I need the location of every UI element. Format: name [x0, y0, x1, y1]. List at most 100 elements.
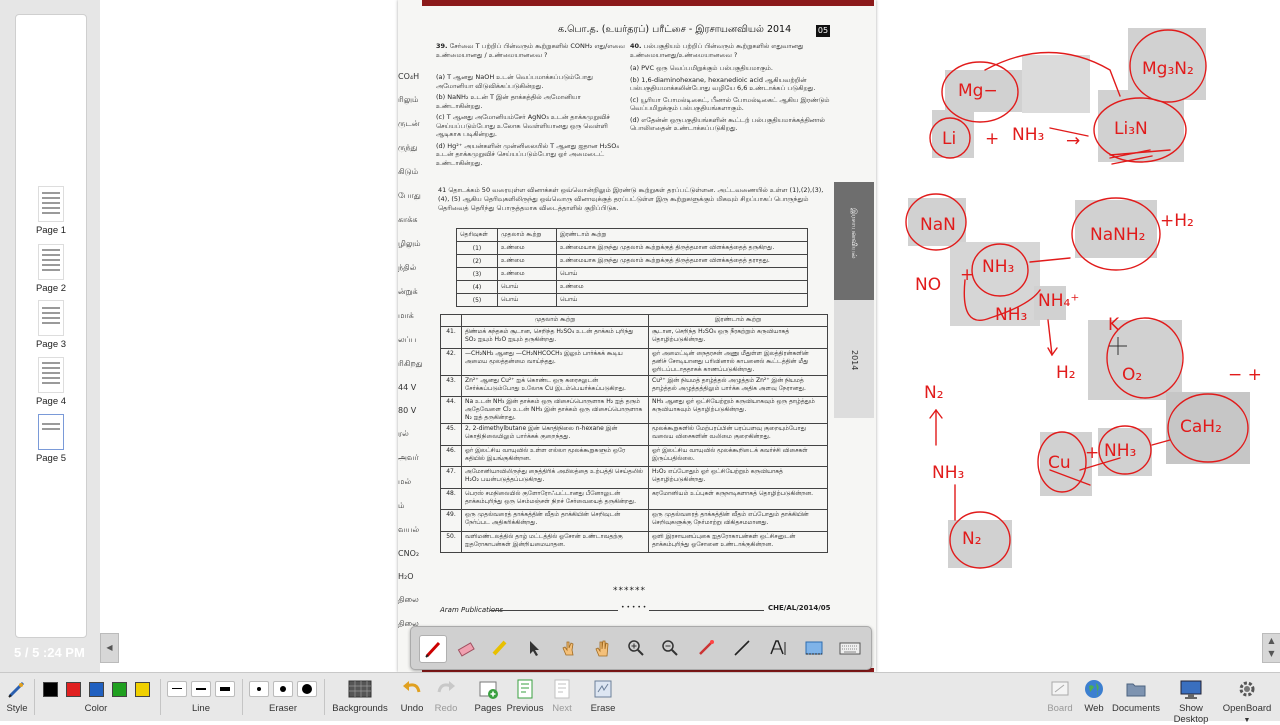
- color-swatch-blue[interactable]: [88, 681, 104, 697]
- pages-label: Pages: [474, 703, 502, 714]
- select-hand-icon: [562, 641, 574, 656]
- undo-button[interactable]: Undo: [398, 677, 426, 714]
- backgrounds-button[interactable]: Backgrounds: [332, 677, 388, 714]
- documents-mode-button[interactable]: Documents: [1112, 677, 1160, 714]
- previous-page-button[interactable]: Previous: [506, 677, 544, 714]
- ink-label: +: [960, 265, 974, 285]
- pointer-icon: [530, 641, 539, 656]
- next-page-icon: [554, 679, 570, 699]
- ink-label: NH₃: [982, 257, 1014, 277]
- erase-page-icon: [594, 680, 612, 698]
- eraser-icon: [457, 642, 475, 657]
- ink-label: NH₃: [995, 305, 1027, 325]
- settings-gear-icon: [1239, 681, 1255, 697]
- line-width-medium[interactable]: [191, 681, 211, 697]
- color-swatch-yellow[interactable]: [134, 681, 150, 697]
- eraser-size-small[interactable]: [249, 681, 269, 697]
- select-hand-tool[interactable]: [555, 635, 581, 661]
- show-desktop-label: Show Desktop: [1173, 703, 1209, 725]
- board-icon: [1051, 681, 1069, 696]
- color-swatch-black[interactable]: [42, 681, 58, 697]
- board-mode-button[interactable]: Board: [1046, 677, 1074, 714]
- ink-label: →: [1066, 131, 1080, 151]
- line-width-thin[interactable]: [167, 681, 187, 697]
- desktop-monitor-icon: [1180, 680, 1202, 699]
- floating-tool-palette: [410, 626, 872, 670]
- undo-icon: [403, 681, 421, 693]
- ink-label: +: [985, 129, 999, 149]
- pages-button[interactable]: Pages: [472, 677, 504, 714]
- erase-all-button[interactable]: Erase: [588, 677, 618, 714]
- zoom-out-tool[interactable]: [657, 635, 683, 661]
- line-label: Line: [192, 703, 210, 714]
- openboard-label-text: OpenBoard: [1222, 703, 1272, 714]
- chevron-down-icon: ▼: [1243, 717, 1251, 724]
- redo-label: Redo: [434, 703, 458, 714]
- laser-pen-icon: [699, 640, 714, 655]
- ink-label: NH₃: [932, 463, 964, 483]
- openboard-menu-button[interactable]: OpenBoard ▼: [1222, 677, 1272, 725]
- zoom-in-icon: [628, 640, 644, 656]
- ink-label: NaN: [920, 215, 956, 235]
- openboard-label: OpenBoard ▼: [1222, 703, 1272, 725]
- color-swatch-red[interactable]: [65, 681, 81, 697]
- redo-icon: [437, 681, 455, 693]
- next-label: Next: [552, 703, 572, 714]
- board-label: Board: [1047, 703, 1073, 714]
- ink-label: Mg−: [958, 81, 998, 101]
- color-swatch-green[interactable]: [111, 681, 127, 697]
- keyboard-icon: [839, 642, 861, 655]
- text-tool-icon: [770, 640, 786, 655]
- ink-label: Li: [942, 129, 956, 149]
- ink-annotations: Mg₃N₂ Mg− Li + NH₃ → Li₃N NaN NaNH₂ +H₂ …: [905, 28, 1262, 569]
- ink-label: NaNH₂: [1090, 225, 1145, 245]
- previous-page-icon: [517, 679, 533, 699]
- ink-label: CaH₂: [1180, 417, 1222, 437]
- background-grid-icon: [348, 680, 372, 698]
- web-mode-button[interactable]: Web: [1080, 677, 1108, 714]
- zoom-in-tool[interactable]: [623, 635, 649, 661]
- eraser-size-large[interactable]: [297, 681, 317, 697]
- previous-label: Previous: [506, 703, 544, 714]
- color-group: Color: [40, 677, 152, 714]
- show-desktop-button[interactable]: Show Desktop: [1162, 677, 1220, 725]
- pointer-tool[interactable]: [521, 635, 547, 661]
- style-button[interactable]: Style: [4, 677, 30, 714]
- pan-hand-tool[interactable]: [589, 635, 615, 661]
- line-width-group: Line: [166, 677, 236, 714]
- highlighter-icon: [492, 640, 507, 656]
- redo-button[interactable]: Redo: [433, 677, 459, 714]
- web-label: Web: [1084, 703, 1104, 714]
- eraser-tool[interactable]: [453, 635, 479, 661]
- toolbar-divider: [34, 679, 35, 715]
- toolbar-divider: [324, 679, 325, 715]
- ink-label: O₂: [1122, 365, 1142, 385]
- backgrounds-label: Backgrounds: [332, 703, 388, 714]
- add-page-icon: [479, 681, 498, 699]
- pen-tool[interactable]: [419, 635, 447, 663]
- eraser-label: Eraser: [269, 703, 297, 714]
- line-tool[interactable]: [729, 635, 755, 661]
- highlighter-tool[interactable]: [487, 635, 513, 661]
- screen-capture-tool[interactable]: [801, 635, 827, 661]
- line-width-thick[interactable]: [215, 681, 235, 697]
- ink-label: Cu: [1048, 453, 1071, 473]
- erase-label: Erase: [590, 703, 616, 714]
- text-tool[interactable]: [765, 635, 791, 661]
- ink-label: NH₃: [1104, 441, 1136, 461]
- line-icon: [734, 640, 750, 656]
- laser-pen-tool[interactable]: [693, 635, 719, 661]
- ink-label: N₂: [924, 383, 944, 403]
- virtual-keyboard-tool[interactable]: [837, 635, 863, 661]
- eraser-size-medium[interactable]: [273, 681, 293, 697]
- pen-icon: [425, 641, 441, 658]
- next-page-button[interactable]: Next: [548, 677, 576, 714]
- folder-icon: [1126, 683, 1146, 697]
- main-toolbar: Style Color Line Eraser Backgrounds Undo…: [0, 672, 1280, 725]
- toolbar-divider: [160, 679, 161, 715]
- ink-label: H₂: [1056, 363, 1076, 383]
- ink-label: NH₃: [1012, 125, 1044, 145]
- ink-label: NO: [915, 275, 941, 295]
- ink-label: Mg₃N₂: [1142, 59, 1194, 79]
- color-label: Color: [84, 703, 108, 714]
